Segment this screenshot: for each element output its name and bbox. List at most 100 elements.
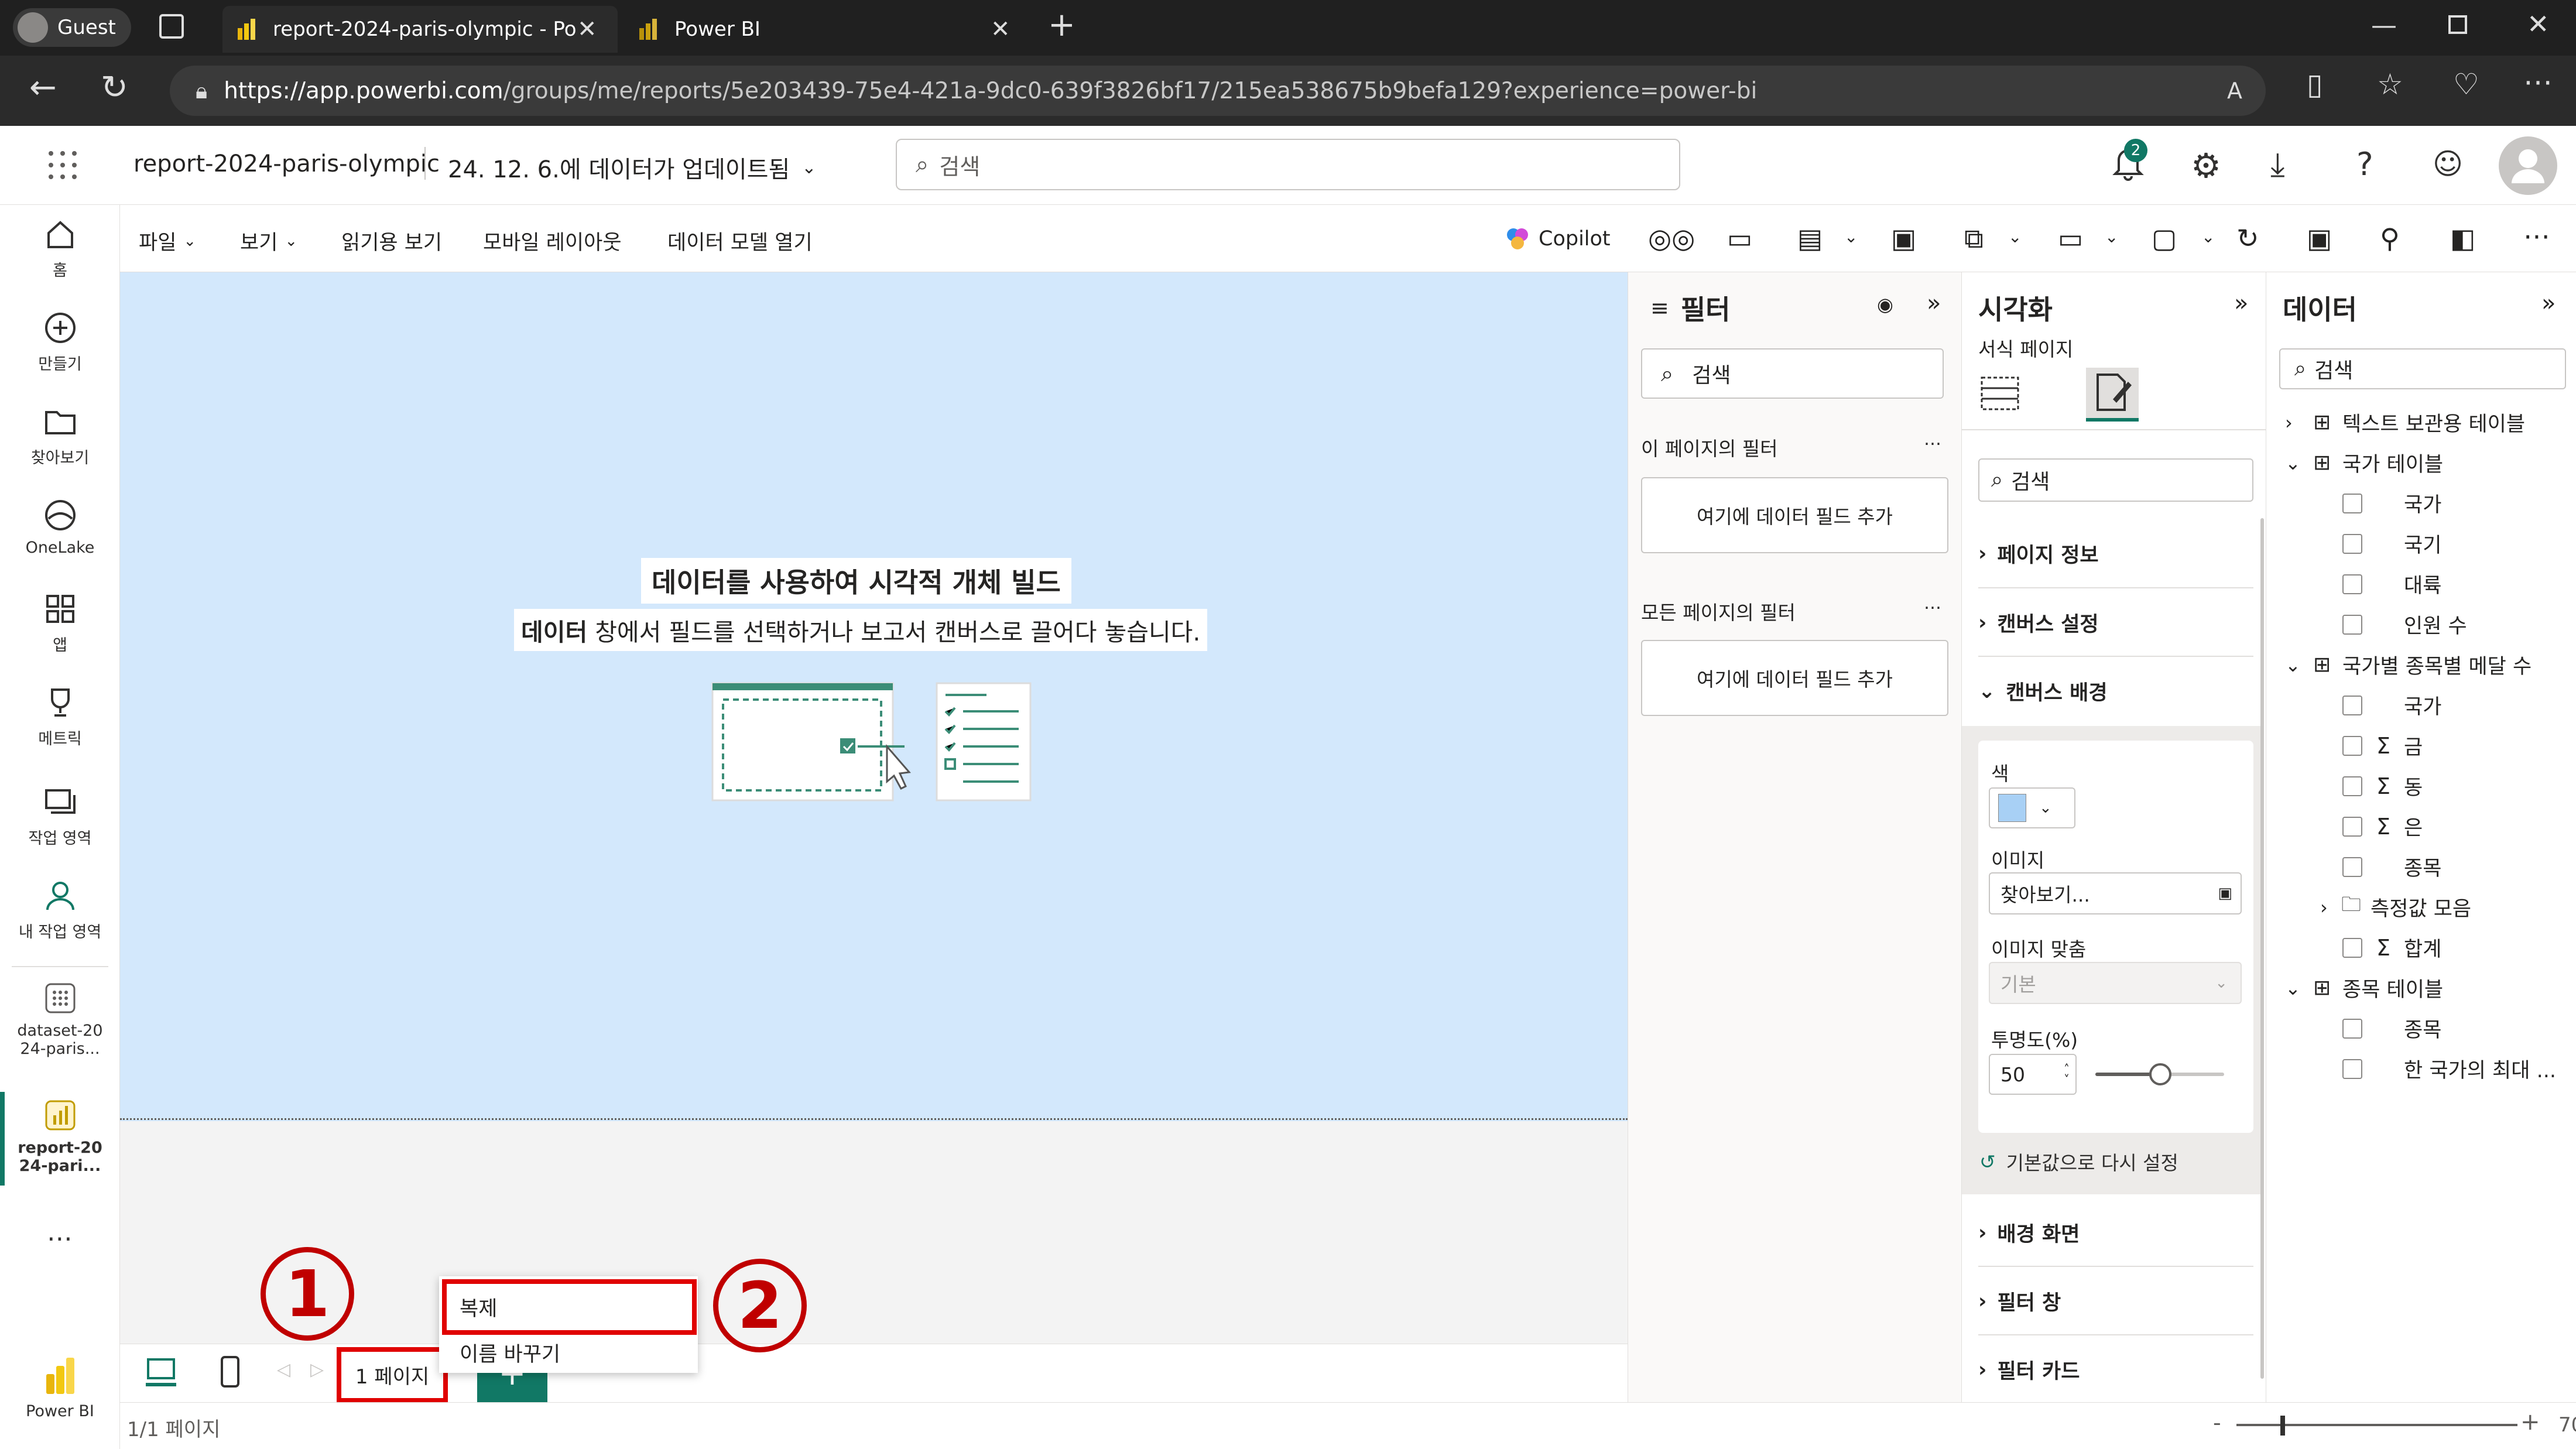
rail-item-metrics[interactable]: 메트릭: [0, 685, 120, 749]
new-tab-icon[interactable]: +: [1048, 6, 1075, 44]
field-checkbox[interactable]: [2342, 695, 2362, 715]
stepper-icon[interactable]: ˄ ˅: [2064, 1063, 2070, 1085]
url-field[interactable]: 🔒︎ https://app.powerbi.com /groups/me/re…: [170, 66, 2266, 116]
chevron-down-icon[interactable]: ⌄: [2285, 654, 2301, 676]
chevron-right-icon[interactable]: ›: [2285, 412, 2293, 434]
rail-item-apps[interactable]: 앱: [0, 591, 120, 655]
data-tree-field[interactable]: › 🗀 측정값 모음: [2266, 887, 2576, 927]
more-options-icon[interactable]: …: [1924, 593, 1941, 614]
share-icon[interactable]: ⧉: [1964, 222, 1984, 255]
prev-page-icon[interactable]: ◁: [277, 1359, 290, 1380]
build-visual-icon[interactable]: [1979, 373, 2020, 414]
collapse-pane-icon[interactable]: »: [2541, 290, 2556, 317]
data-tree-field[interactable]: 국가: [2266, 685, 2576, 725]
field-checkbox[interactable]: [2342, 735, 2362, 756]
mobile-layout-icon[interactable]: [218, 1355, 242, 1390]
data-tree-field[interactable]: 한 국가의 최대 ...: [2266, 1049, 2576, 1089]
favorites-icon[interactable]: ☆: [2377, 67, 2403, 101]
menu-file[interactable]: 파일 ⌄: [139, 226, 196, 256]
chevron-right-icon[interactable]: ›: [2320, 896, 2328, 919]
field-checkbox[interactable]: [2342, 1018, 2362, 1039]
refresh-visuals-icon[interactable]: ↻: [2236, 222, 2259, 254]
more-options-icon[interactable]: ⋯: [2523, 220, 2550, 252]
browser-tab-active[interactable]: report-2024-paris-olympic - Powe ✕: [222, 6, 618, 53]
minimize-icon[interactable]: —: [2371, 11, 2397, 40]
read-aloud-icon[interactable]: A: [2227, 78, 2242, 104]
field-checkbox[interactable]: [2342, 574, 2362, 594]
pin-icon[interactable]: ⚲: [2380, 222, 2400, 254]
data-tree-field[interactable]: 국가: [2266, 483, 2576, 523]
settings-icon[interactable]: ⚙: [2191, 146, 2221, 186]
section-wallpaper[interactable]: › 배경 화면: [1978, 1218, 2080, 1248]
more-icon[interactable]: ⋯: [2523, 65, 2553, 99]
rail-item-onelake[interactable]: OneLake: [0, 498, 120, 557]
tab-actions-icon[interactable]: [159, 14, 184, 39]
format-visual-tab[interactable]: [2086, 368, 2139, 422]
chevron-down-icon[interactable]: ⌄: [1844, 227, 1858, 246]
menu-item-rename[interactable]: 이름 바꾸기: [442, 1335, 697, 1370]
comment-icon[interactable]: ▭: [1727, 222, 1752, 254]
menu-open-data-model[interactable]: 데이터 모델 열기: [667, 226, 813, 256]
global-search-input[interactable]: ⌕ 검색: [896, 139, 1680, 190]
data-tree-field[interactable]: 인원 수: [2266, 604, 2576, 645]
field-checkbox[interactable]: [2342, 614, 2362, 635]
data-tree-table[interactable]: ⌄ ⊞ 국가별 종목별 메달 수: [2266, 645, 2576, 685]
zoom-out-icon[interactable]: -: [2213, 1410, 2221, 1436]
transparency-slider-thumb[interactable]: [2149, 1063, 2171, 1085]
page-tab-current[interactable]: 1 페이지: [337, 1347, 448, 1403]
section-page-info[interactable]: › 페이지 정보: [1978, 539, 2099, 568]
close-window-icon[interactable]: ✕: [2527, 8, 2550, 40]
section-filter-pane[interactable]: › 필터 창: [1978, 1286, 2061, 1316]
app-launcher-icon[interactable]: [48, 150, 77, 180]
all-pages-drop-zone[interactable]: 여기에 데이터 필드 추가: [1641, 640, 1948, 716]
color-picker[interactable]: ⌄: [1989, 787, 2075, 828]
powerbi-brand[interactable]: Power BI: [0, 1355, 120, 1420]
refresh-icon[interactable]: ↻: [101, 68, 128, 107]
data-search-input[interactable]: ⌕ 검색: [2279, 348, 2566, 389]
image-browse-input[interactable]: 찾아보기... ▣: [1989, 872, 2242, 914]
eye-icon[interactable]: ◉: [1877, 293, 1893, 316]
reset-defaults-button[interactable]: ↺ 기본값으로 다시 설정: [1979, 1147, 2178, 1176]
field-checkbox[interactable]: [2342, 816, 2362, 837]
chevron-down-icon[interactable]: ⌄: [2285, 452, 2301, 474]
field-checkbox[interactable]: [2342, 937, 2362, 958]
data-tree-table[interactable]: › ⊞ 텍스트 보관용 테이블: [2266, 402, 2576, 443]
subscribe-icon[interactable]: ▤: [1797, 222, 1823, 254]
user-avatar[interactable]: [2499, 136, 2557, 195]
data-tree-field[interactable]: Σ 합계: [2266, 927, 2576, 968]
data-tree-field[interactable]: 국기: [2266, 523, 2576, 564]
help-icon[interactable]: ?: [2356, 146, 2373, 183]
field-checkbox[interactable]: [2342, 493, 2362, 513]
zoom-slider[interactable]: [2236, 1424, 2517, 1426]
menu-mobile-layout[interactable]: 모바일 레이아웃: [483, 226, 622, 256]
section-canvas-settings[interactable]: › 캔버스 설정: [1978, 608, 2099, 638]
share-feedback-icon[interactable]: ☺: [2433, 147, 2463, 181]
close-tab-icon[interactable]: ✕: [577, 16, 597, 43]
collapse-pane-icon[interactable]: »: [2234, 290, 2248, 317]
data-tree-field[interactable]: 종목: [2266, 1008, 2576, 1049]
rail-item-home[interactable]: 홈: [0, 217, 120, 280]
browser-essentials-icon[interactable]: ♡: [2453, 67, 2479, 101]
rail-item-report[interactable]: report-2024-pari...: [0, 1098, 120, 1175]
data-updated-dropdown[interactable]: 24. 12. 6.에 데이터가 업데이트됨 ⌄: [448, 150, 816, 184]
this-page-drop-zone[interactable]: 여기에 데이터 필드 추가: [1641, 477, 1948, 553]
data-tree-field[interactable]: 종목: [2266, 847, 2576, 887]
field-checkbox[interactable]: [2342, 857, 2362, 877]
rail-item-workspaces[interactable]: 작업 영역: [0, 785, 120, 848]
field-checkbox[interactable]: [2342, 776, 2362, 796]
next-page-icon[interactable]: ▷: [310, 1359, 324, 1380]
chevron-down-icon[interactable]: ⌄: [2201, 227, 2215, 246]
image-fit-dropdown[interactable]: 기본 ⌄: [1989, 962, 2242, 1004]
menu-view[interactable]: 보기 ⌄: [240, 226, 297, 256]
zoom-in-icon[interactable]: +: [2520, 1409, 2540, 1436]
chevron-down-icon[interactable]: ⌄: [2008, 227, 2022, 246]
more-options-icon[interactable]: ⋯: [47, 1224, 73, 1253]
menu-reading-view[interactable]: 읽기용 보기: [341, 226, 442, 256]
more-options-icon[interactable]: …: [1924, 429, 1941, 450]
rail-item-browse[interactable]: 찾아보기: [0, 404, 120, 468]
close-tab-icon[interactable]: ✕: [991, 16, 1010, 43]
notes-icon[interactable]: ▣: [1891, 222, 1916, 254]
data-tree-table[interactable]: ⌄ ⊞ 국가 테이블: [2266, 443, 2576, 483]
collapse-pane-icon[interactable]: »: [1927, 290, 1941, 317]
field-checkbox[interactable]: [2342, 1059, 2362, 1079]
